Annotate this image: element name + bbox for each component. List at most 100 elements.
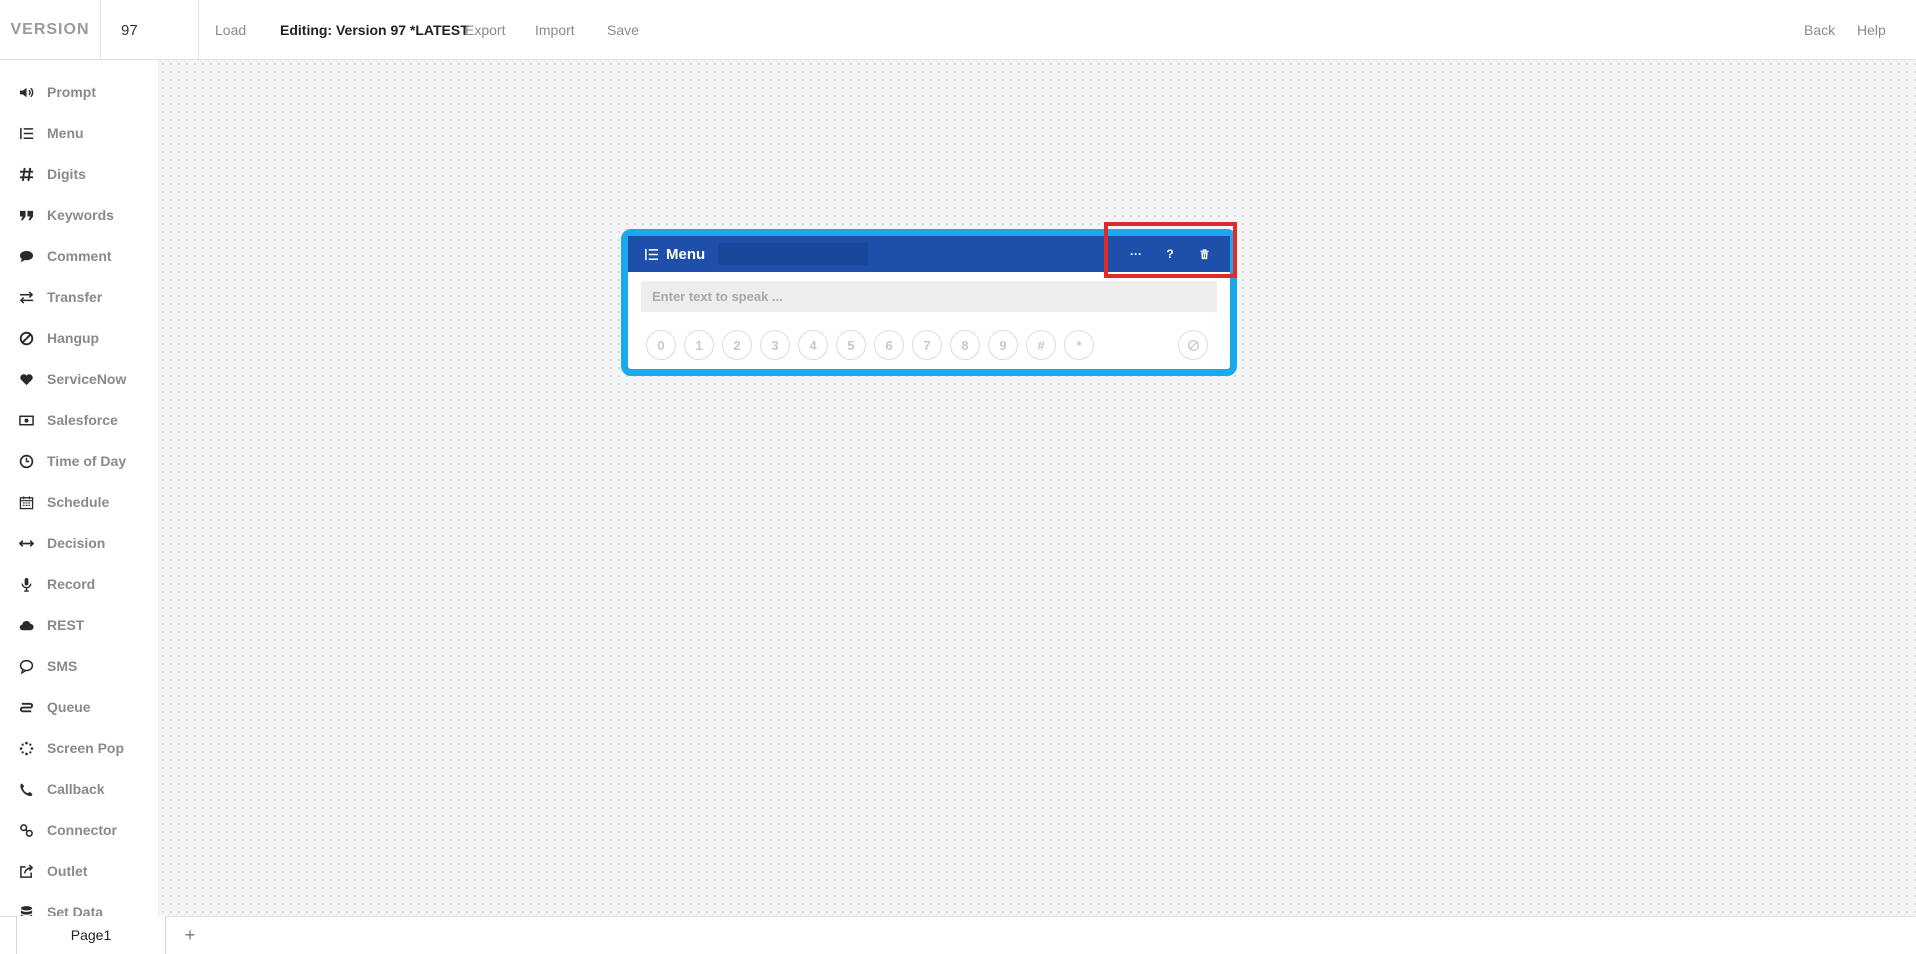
spinner-icon — [17, 739, 35, 757]
sidebar-item-prompt[interactable]: Prompt — [0, 75, 158, 109]
sidebar-item-callback[interactable]: Callback — [0, 772, 158, 806]
heart-icon — [17, 370, 35, 388]
chat-bubble-icon — [17, 657, 35, 675]
list-icon — [644, 246, 660, 262]
sidebar-item-label: Decision — [47, 535, 106, 551]
sidebar-item-queue[interactable]: Queue — [0, 690, 158, 724]
sidebar-item-label: Menu — [47, 125, 84, 141]
speaker-icon — [17, 83, 35, 101]
sidebar-item-schedule[interactable]: Schedule — [0, 485, 158, 519]
delete-node-button[interactable] — [1191, 241, 1217, 267]
money-icon — [17, 411, 35, 429]
sidebar-item-label: Prompt — [47, 84, 96, 100]
ban-icon — [17, 329, 35, 347]
sidebar-item-set-data[interactable]: Set Data — [0, 895, 158, 916]
menu-node-title: Menu — [666, 245, 706, 263]
digit-1-option[interactable]: 1 — [684, 330, 714, 360]
sidebar-item-label: Record — [47, 576, 96, 592]
sidebar-item-label: Screen Pop — [47, 740, 125, 756]
digit-7-option[interactable]: 7 — [912, 330, 942, 360]
page-tab[interactable]: Page1 — [16, 916, 166, 954]
page-tab-bar: Page1 + — [0, 916, 1916, 954]
flow-canvas[interactable] — [159, 60, 1916, 916]
add-page-button[interactable]: + — [180, 923, 200, 947]
sidebar-item-label: Outlet — [47, 863, 88, 879]
sidebar-item-decision[interactable]: Decision — [0, 526, 158, 560]
node-name-field[interactable] — [718, 243, 868, 265]
sidebar-item-label: Callback — [47, 781, 105, 797]
hash-icon — [17, 165, 35, 183]
back-button[interactable]: Back — [1804, 0, 1835, 60]
menu-node[interactable]: Menu ··· ? Enter text to speak ... 0 1 2… — [621, 229, 1237, 376]
digit-hash-option[interactable]: # — [1026, 330, 1056, 360]
sidebar-item-rest[interactable]: REST — [0, 608, 158, 642]
link-icon — [17, 821, 35, 839]
export-button[interactable]: Export — [465, 0, 505, 60]
editing-status: Editing: Version 97 *LATEST — [280, 22, 469, 38]
digit-2-option[interactable]: 2 — [722, 330, 752, 360]
calendar-icon — [17, 493, 35, 511]
sidebar-item-label: ServiceNow — [47, 371, 127, 387]
digit-star-option[interactable]: * — [1064, 330, 1094, 360]
sidebar-item-label: Digits — [47, 166, 86, 182]
sidebar-item-servicenow[interactable]: ServiceNow — [0, 362, 158, 396]
sidebar-item-keywords[interactable]: Keywords — [0, 198, 158, 232]
cloud-icon — [17, 616, 35, 634]
sidebar-item-label: Connector — [47, 822, 117, 838]
sidebar-item-hangup[interactable]: Hangup — [0, 321, 158, 355]
trash-icon — [1199, 248, 1209, 259]
import-button[interactable]: Import — [535, 0, 575, 60]
sidebar-item-record[interactable]: Record — [0, 567, 158, 601]
sidebar-item-salesforce[interactable]: Salesforce — [0, 403, 158, 437]
database-icon — [17, 903, 35, 916]
sidebar-item-label: Keywords — [47, 207, 114, 223]
version-selector[interactable]: 97 — [101, 0, 199, 60]
sidebar-item-connector[interactable]: Connector — [0, 813, 158, 847]
sidebar-item-label: Comment — [47, 248, 112, 264]
queue-icon — [17, 698, 35, 716]
phone-icon — [17, 780, 35, 798]
sidebar-item-sms[interactable]: SMS — [0, 649, 158, 683]
digit-4-option[interactable]: 4 — [798, 330, 828, 360]
microphone-icon — [17, 575, 35, 593]
sidebar-item-label: Set Data — [47, 904, 104, 916]
load-button[interactable]: Load — [215, 0, 246, 60]
more-options-button[interactable]: ··· — [1123, 241, 1149, 267]
digit-6-option[interactable]: 6 — [874, 330, 904, 360]
ban-icon — [1187, 339, 1199, 351]
arrows-horizontal-icon — [17, 534, 35, 552]
digit-9-option[interactable]: 9 — [988, 330, 1018, 360]
comment-icon — [17, 247, 35, 265]
clock-icon — [17, 452, 35, 470]
sidebar-item-comment[interactable]: Comment — [0, 239, 158, 273]
sidebar-item-screen-pop[interactable]: Screen Pop — [0, 731, 158, 765]
menu-node-header[interactable]: Menu ··· ? — [628, 236, 1230, 272]
digit-5-option[interactable]: 5 — [836, 330, 866, 360]
save-button[interactable]: Save — [607, 0, 639, 60]
top-bar: VERSION 97 Load Editing: Version 97 *LAT… — [0, 0, 1916, 60]
sidebar-item-menu[interactable]: Menu — [0, 116, 158, 150]
quote-icon — [17, 206, 35, 224]
sidebar-item-label: REST — [47, 617, 85, 633]
digit-3-option[interactable]: 3 — [760, 330, 790, 360]
sidebar-item-label: Hangup — [47, 330, 100, 346]
sidebar-item-label: Salesforce — [47, 412, 118, 428]
list-icon — [17, 124, 35, 142]
transfer-icon — [17, 288, 35, 306]
node-help-button[interactable]: ? — [1157, 241, 1183, 267]
help-button[interactable]: Help — [1857, 0, 1886, 60]
version-label: VERSION — [0, 0, 101, 60]
share-icon — [17, 862, 35, 880]
node-palette-sidebar: Prompt Menu Digits Keywords Comment Tran… — [0, 60, 159, 916]
speak-text-input[interactable]: Enter text to speak ... — [641, 281, 1217, 312]
sidebar-item-label: Time of Day — [47, 453, 127, 469]
sidebar-item-outlet[interactable]: Outlet — [0, 854, 158, 888]
sidebar-item-digits[interactable]: Digits — [0, 157, 158, 191]
sidebar-item-transfer[interactable]: Transfer — [0, 280, 158, 314]
digit-8-option[interactable]: 8 — [950, 330, 980, 360]
sidebar-item-label: Queue — [47, 699, 91, 715]
digit-0-option[interactable]: 0 — [646, 330, 676, 360]
sidebar-item-time-of-day[interactable]: Time of Day — [0, 444, 158, 478]
sidebar-item-label: SMS — [47, 658, 78, 674]
no-input-option[interactable] — [1178, 330, 1208, 360]
